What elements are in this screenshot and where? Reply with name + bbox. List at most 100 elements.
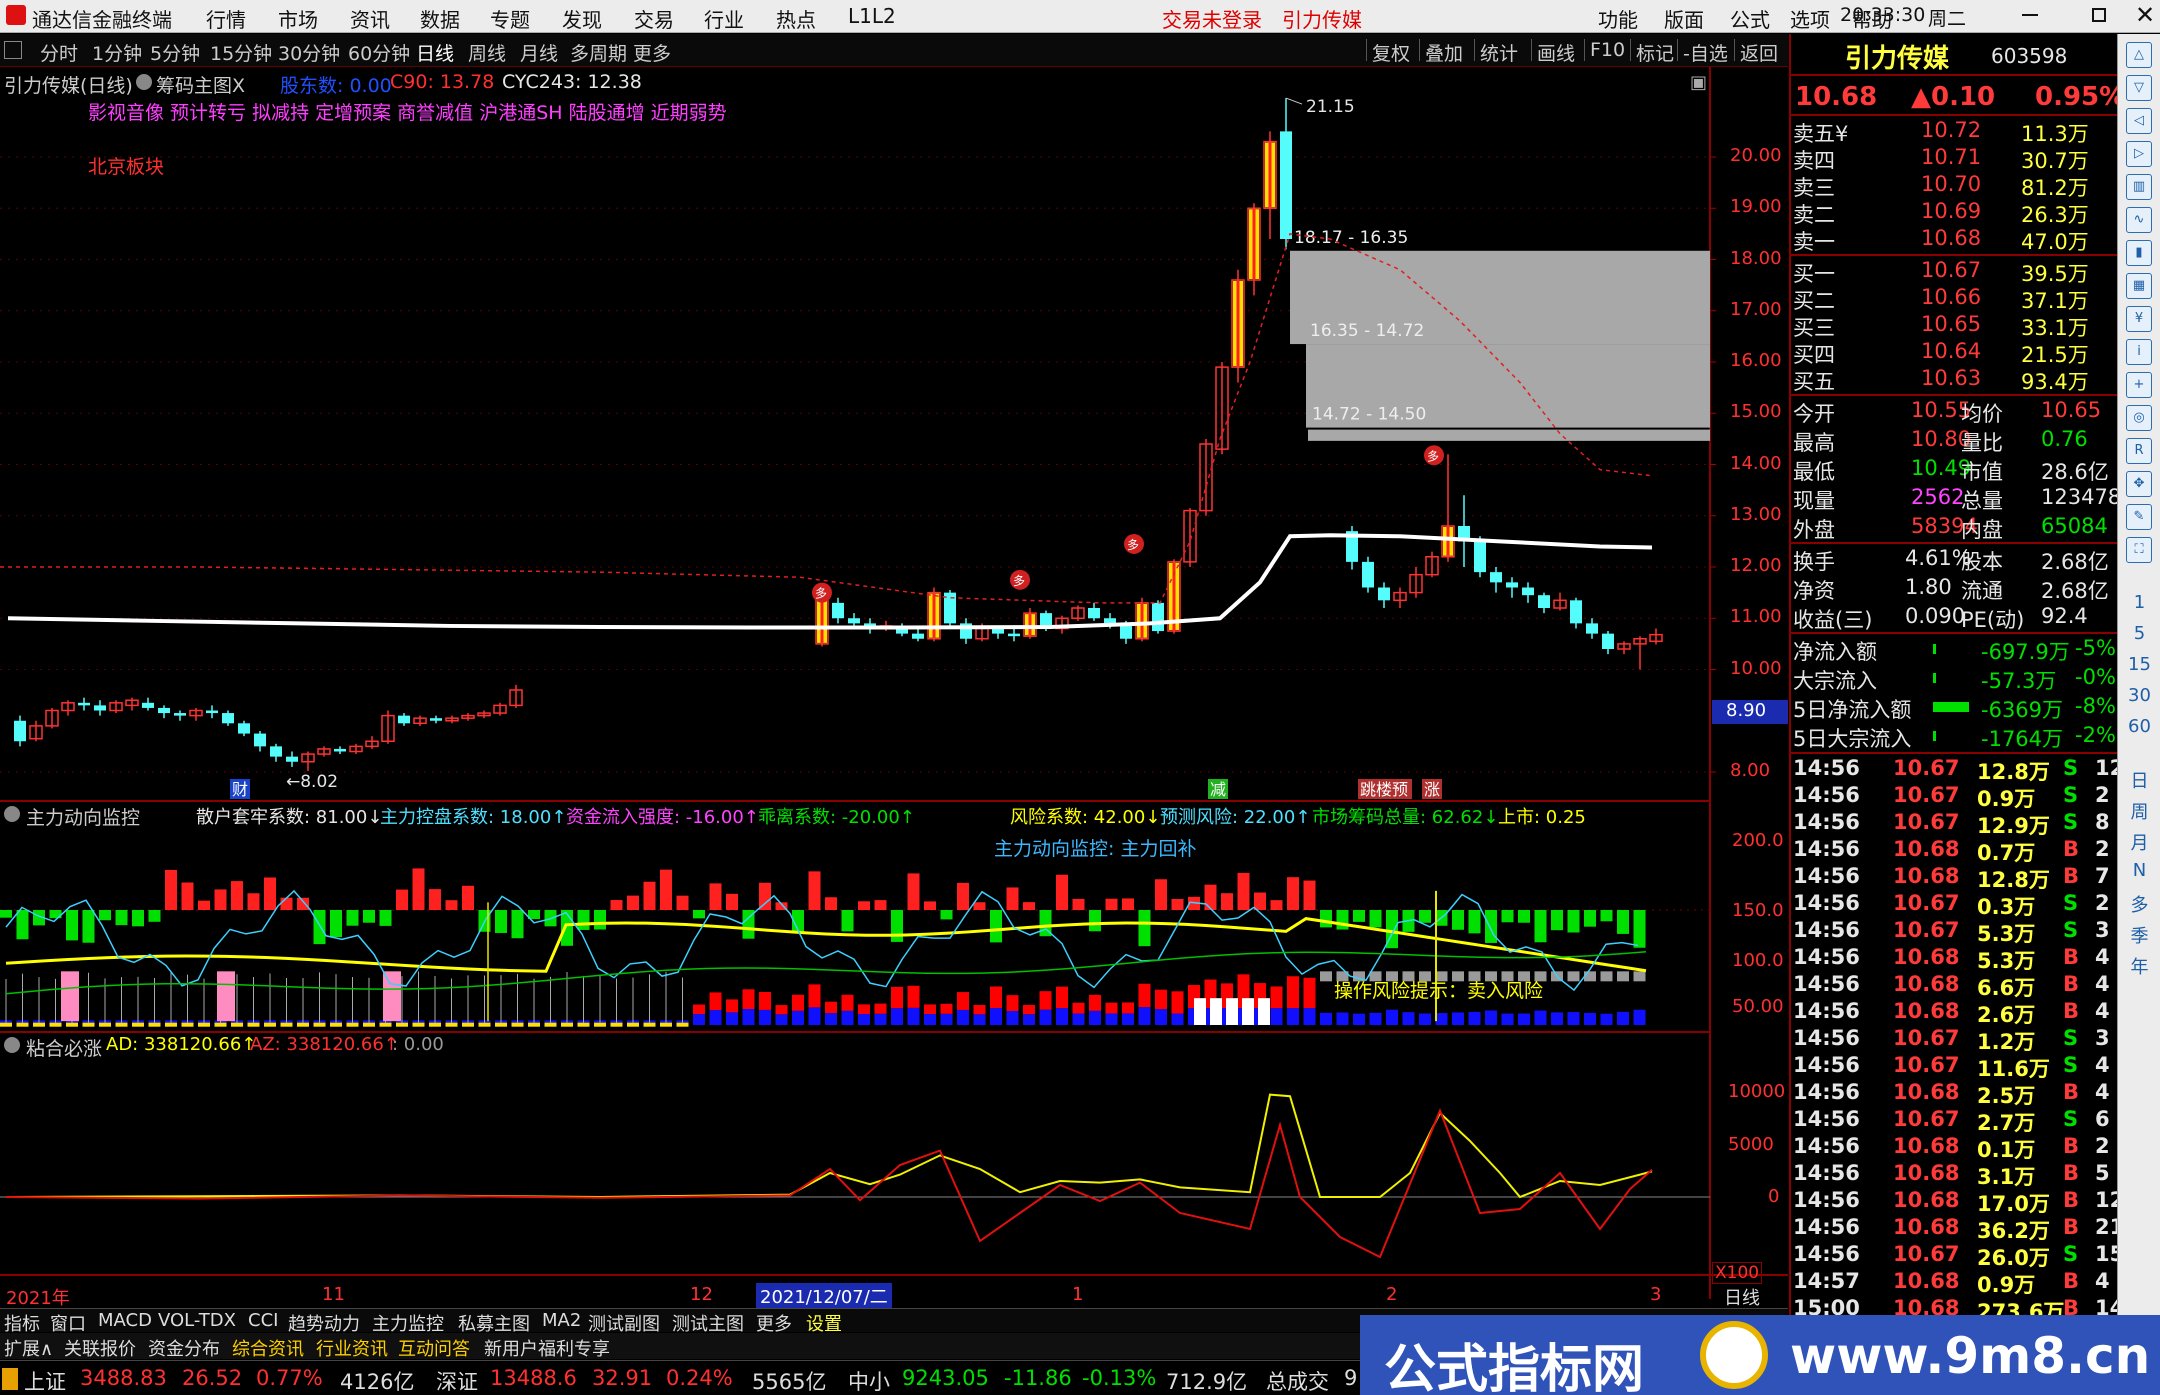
vbar-period-8[interactable]: N <box>2118 860 2160 881</box>
vbar-period-2[interactable]: 15 <box>2118 654 2160 675</box>
menu-4[interactable]: 专题 <box>490 4 530 33</box>
period-1[interactable]: 1分钟 <box>92 39 142 66</box>
candle-body <box>286 756 298 762</box>
period-9[interactable]: 多周期 <box>570 39 627 66</box>
vbar-period-11[interactable]: 年 <box>2118 953 2160 979</box>
buy-volume: 33.1万 <box>2021 316 2089 340</box>
action-7[interactable]: 返回 <box>1740 39 1778 66</box>
chart-close-icon[interactable]: ▣ <box>1690 72 1707 93</box>
indicator-tab-4[interactable]: CCI <box>248 1310 278 1331</box>
action-3[interactable]: 画线 <box>1537 39 1575 66</box>
down-icon[interactable]: ▽ <box>2126 75 2152 101</box>
info-tab-5[interactable]: 互动问答 <box>398 1335 470 1361</box>
minimize-icon[interactable] <box>2022 14 2038 16</box>
az-line <box>5 1107 1653 1259</box>
menu-0[interactable]: 行情 <box>206 4 246 33</box>
right-icon[interactable]: ▷ <box>2126 141 2152 167</box>
info-tab-0[interactable]: 扩展∧ <box>4 1335 53 1361</box>
action-5[interactable]: 标记 <box>1636 39 1674 66</box>
period-10[interactable]: 更多 <box>633 39 671 66</box>
grid-icon[interactable]: ▦ <box>2126 273 2152 299</box>
yellow-base-bar <box>66 1022 78 1027</box>
bar-icon[interactable]: ▥ <box>2126 174 2152 200</box>
action-6[interactable]: -自选 <box>1683 39 1728 66</box>
menu-8[interactable]: 热点 <box>776 4 816 33</box>
info-tab-6[interactable]: 新用户福利专享 <box>484 1335 610 1361</box>
menu-5[interactable]: 发现 <box>562 4 602 33</box>
vbar-period-9[interactable]: 多 <box>2118 891 2160 917</box>
vbar-period-10[interactable]: 季 <box>2118 922 2160 948</box>
menu-right-1[interactable]: 版面 <box>1664 4 1704 33</box>
menu-right-4[interactable]: 帮助 <box>1852 4 1892 33</box>
sub1-name[interactable]: 主力动向监控 <box>26 803 140 830</box>
period-2[interactable]: 5分钟 <box>150 39 200 66</box>
vbar-period-7[interactable]: 月 <box>2118 829 2160 855</box>
plus-icon[interactable]: + <box>2126 372 2152 398</box>
action-1[interactable]: 叠加 <box>1425 39 1463 66</box>
vbar-period-0[interactable]: 1 <box>2118 592 2160 613</box>
menu-right-2[interactable]: 公式 <box>1730 4 1770 33</box>
candle-icon[interactable]: ▮ <box>2126 240 2152 266</box>
pen-icon[interactable]: ✎ <box>2126 504 2152 530</box>
trade-login-status[interactable]: 交易未登录 <box>1162 4 1262 33</box>
settings-icon[interactable] <box>136 74 152 90</box>
indicator-name[interactable]: 筹码主图X <box>156 71 245 98</box>
action-0[interactable]: 复权 <box>1372 39 1410 66</box>
menu-right-0[interactable]: 功能 <box>1598 4 1638 33</box>
tick-time: 14:56 <box>1793 1053 1860 1077</box>
menu-7[interactable]: 行业 <box>704 4 744 33</box>
info-icon[interactable]: i <box>2126 339 2152 365</box>
vbar-period-4[interactable]: 60 <box>2118 716 2160 737</box>
menu-1[interactable]: 市场 <box>278 4 318 33</box>
green-bar <box>1501 910 1514 923</box>
target-icon[interactable]: ◎ <box>2126 405 2152 431</box>
chart-area[interactable]: 18.17 - 16.3516.35 - 14.7214.72 - 14.50 … <box>0 67 1788 1342</box>
sub2-name-icon[interactable] <box>4 1037 20 1053</box>
menu-9[interactable]: L1L2 <box>848 4 896 28</box>
info-tab-3[interactable]: 综合资讯 <box>232 1335 304 1361</box>
period-6[interactable]: 日线 <box>416 39 454 66</box>
tick-side: S <box>2063 891 2079 915</box>
blue-bar <box>808 1007 821 1025</box>
stat-label-2: 总量 <box>1961 489 2003 513</box>
vertical-toolbar: △ ▽ ◁ ▷ ▥ ∿ ▮ ▦ ¥ i + ◎ R ✥ ✎ ⛶ 1 5 15 30 60 日周月 N 多季年 <box>2117 34 2160 1329</box>
period-8[interactable]: 月线 <box>520 39 558 66</box>
rsi-icon[interactable]: R <box>2126 438 2152 464</box>
close-icon[interactable]: ✕ <box>2135 1 2155 29</box>
action-2[interactable]: 统计 <box>1480 39 1518 66</box>
fs-icon[interactable]: ⛶ <box>2126 537 2152 563</box>
red-bar <box>214 889 227 910</box>
stock-name-menu[interactable]: 引力传媒 <box>1282 4 1362 33</box>
period-0[interactable]: 分时 <box>40 39 78 66</box>
indicator-tab-8[interactable]: MA2 <box>542 1310 581 1331</box>
sub2-name[interactable]: 粘合必涨 <box>26 1034 102 1061</box>
vbar-period-1[interactable]: 5 <box>2118 623 2160 644</box>
restore-icon[interactable] <box>2092 8 2106 22</box>
left-icon[interactable]: ◁ <box>2126 108 2152 134</box>
toolbar-menu-icon[interactable] <box>4 41 22 59</box>
menu-6[interactable]: 交易 <box>634 4 674 33</box>
indicator-tab-2[interactable]: MACD <box>98 1310 152 1331</box>
green-bar <box>1485 910 1497 943</box>
vbar-period-3[interactable]: 30 <box>2118 685 2160 706</box>
line-icon[interactable]: ∿ <box>2126 207 2152 233</box>
period-3[interactable]: 15分钟 <box>210 39 272 66</box>
period-5[interactable]: 60分钟 <box>348 39 410 66</box>
info-tab-4[interactable]: 行业资讯 <box>316 1335 388 1361</box>
info-tab-2[interactable]: 资金分布 <box>148 1335 220 1361</box>
period-4[interactable]: 30分钟 <box>278 39 340 66</box>
indicator-tab-3[interactable]: VOL-TDX <box>158 1310 236 1331</box>
move-icon[interactable]: ✥ <box>2126 471 2152 497</box>
menu-3[interactable]: 数据 <box>420 4 460 33</box>
vbar-period-6[interactable]: 周 <box>2118 798 2160 824</box>
tick-volume: 0.1万 <box>1977 1138 2036 1162</box>
period-7[interactable]: 周线 <box>468 39 506 66</box>
action-4[interactable]: F10 <box>1590 39 1625 61</box>
up-icon[interactable]: △ <box>2126 42 2152 68</box>
info-tab-1[interactable]: 关联报价 <box>64 1335 136 1361</box>
sub1-name-icon[interactable] <box>4 806 20 822</box>
menu-right-3[interactable]: 选项 <box>1790 4 1830 33</box>
vbar-period-5[interactable]: 日 <box>2118 767 2160 793</box>
menu-2[interactable]: 资讯 <box>350 4 390 33</box>
fund-icon[interactable]: ¥ <box>2126 306 2152 332</box>
